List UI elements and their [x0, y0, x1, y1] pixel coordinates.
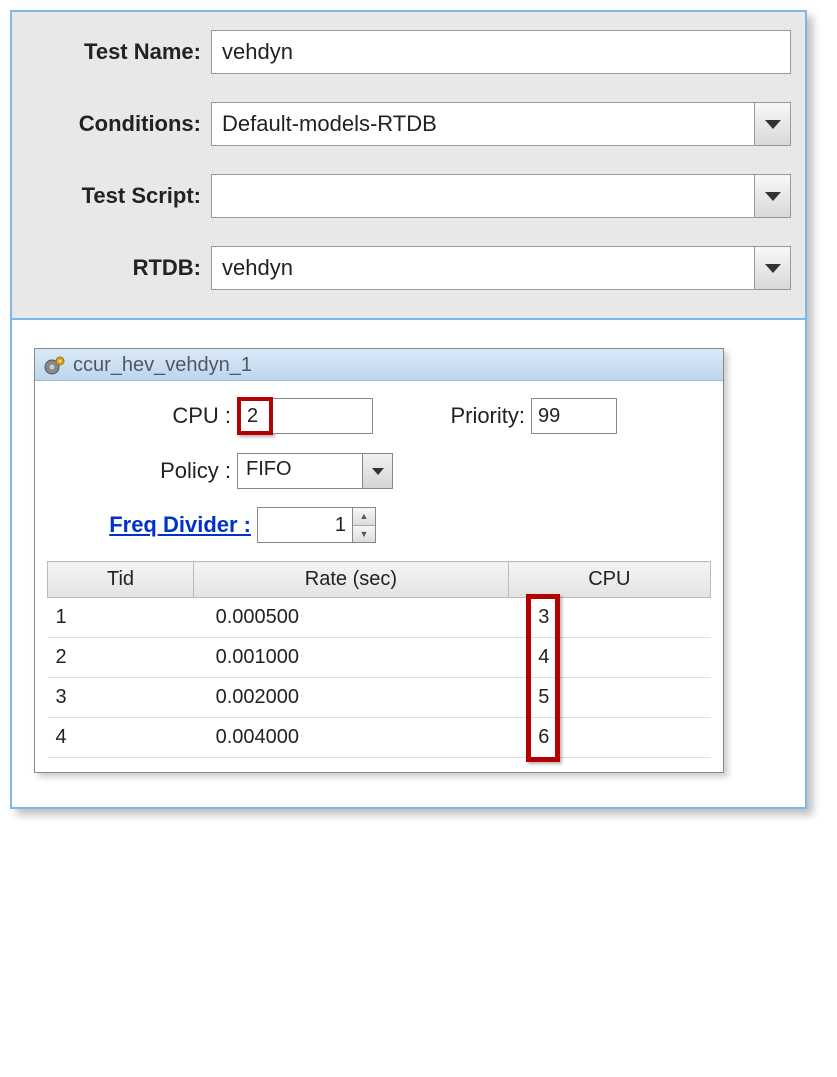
- priority-label: Priority:: [403, 403, 531, 429]
- cell-rate: 0.004000: [194, 718, 509, 758]
- policy-dropdown-button[interactable]: [362, 454, 392, 488]
- freq-divider-spinner[interactable]: ▲ ▼: [353, 507, 376, 543]
- chevron-down-icon: [765, 120, 781, 129]
- table-row[interactable]: 20.0010004: [48, 638, 711, 678]
- rtdb-label: RTDB:: [26, 255, 211, 281]
- cell-tid: 4: [48, 718, 194, 758]
- col-cpu[interactable]: CPU: [508, 562, 710, 598]
- test-script-combo[interactable]: [211, 174, 791, 218]
- table-row[interactable]: 30.0020005: [48, 678, 711, 718]
- test-script-input[interactable]: [212, 175, 754, 217]
- panel-body: CPU : Priority: Policy : FIFO: [35, 381, 723, 772]
- panel-title: ccur_hev_vehdyn_1: [73, 354, 252, 377]
- rtdb-dropdown-button[interactable]: [754, 247, 790, 289]
- cell-cpu: 5: [508, 678, 710, 718]
- table-row[interactable]: 10.0005003: [48, 598, 711, 638]
- cpu-input-ext[interactable]: [273, 398, 373, 434]
- cell-tid: 3: [48, 678, 194, 718]
- freq-divider-input[interactable]: [257, 507, 353, 543]
- model-panel: ccur_hev_vehdyn_1 CPU : Priority: Policy…: [34, 348, 724, 773]
- cell-tid: 1: [48, 598, 194, 638]
- cell-cpu: 6: [508, 718, 710, 758]
- test-script-dropdown-button[interactable]: [754, 175, 790, 217]
- cell-rate: 0.002000: [194, 678, 509, 718]
- config-frame: Test Name: Conditions: Test Script: RTDB…: [10, 10, 807, 809]
- gear-icon: [43, 354, 67, 378]
- rtdb-combo[interactable]: [211, 246, 791, 290]
- policy-value: FIFO: [238, 454, 362, 488]
- cpu-label: CPU :: [155, 403, 237, 429]
- col-tid[interactable]: Tid: [48, 562, 194, 598]
- policy-label: Policy :: [137, 458, 237, 484]
- rate-table: Tid Rate (sec) CPU 10.000500320.00100043…: [47, 561, 711, 758]
- freq-down-button[interactable]: ▼: [353, 526, 375, 543]
- cell-rate: 0.000500: [194, 598, 509, 638]
- chevron-down-icon: [765, 264, 781, 273]
- freq-divider-link[interactable]: Freq Divider :: [95, 512, 257, 538]
- policy-select[interactable]: FIFO: [237, 453, 393, 489]
- test-name-input[interactable]: [211, 30, 791, 74]
- panel-titlebar: ccur_hev_vehdyn_1: [35, 349, 723, 381]
- conditions-dropdown-button[interactable]: [754, 103, 790, 145]
- table-row[interactable]: 40.0040006: [48, 718, 711, 758]
- chevron-down-icon: [372, 468, 384, 475]
- cell-cpu: 4: [508, 638, 710, 678]
- test-script-label: Test Script:: [26, 183, 211, 209]
- chevron-down-icon: [765, 192, 781, 201]
- conditions-combo[interactable]: [211, 102, 791, 146]
- rtdb-input[interactable]: [212, 247, 754, 289]
- freq-up-button[interactable]: ▲: [353, 508, 375, 526]
- test-form: Test Name: Conditions: Test Script: RTDB…: [12, 12, 805, 320]
- conditions-input[interactable]: [212, 103, 754, 145]
- col-rate[interactable]: Rate (sec): [194, 562, 509, 598]
- cpu-input[interactable]: [241, 401, 269, 431]
- cpu-highlight: [237, 397, 273, 435]
- priority-input[interactable]: [531, 398, 617, 434]
- rate-table-wrap: Tid Rate (sec) CPU 10.000500320.00100043…: [47, 561, 711, 758]
- conditions-label: Conditions:: [26, 111, 211, 137]
- lower-area: ccur_hev_vehdyn_1 CPU : Priority: Policy…: [12, 320, 805, 807]
- cell-rate: 0.001000: [194, 638, 509, 678]
- test-name-label: Test Name:: [26, 39, 211, 65]
- cell-tid: 2: [48, 638, 194, 678]
- cell-cpu: 3: [508, 598, 710, 638]
